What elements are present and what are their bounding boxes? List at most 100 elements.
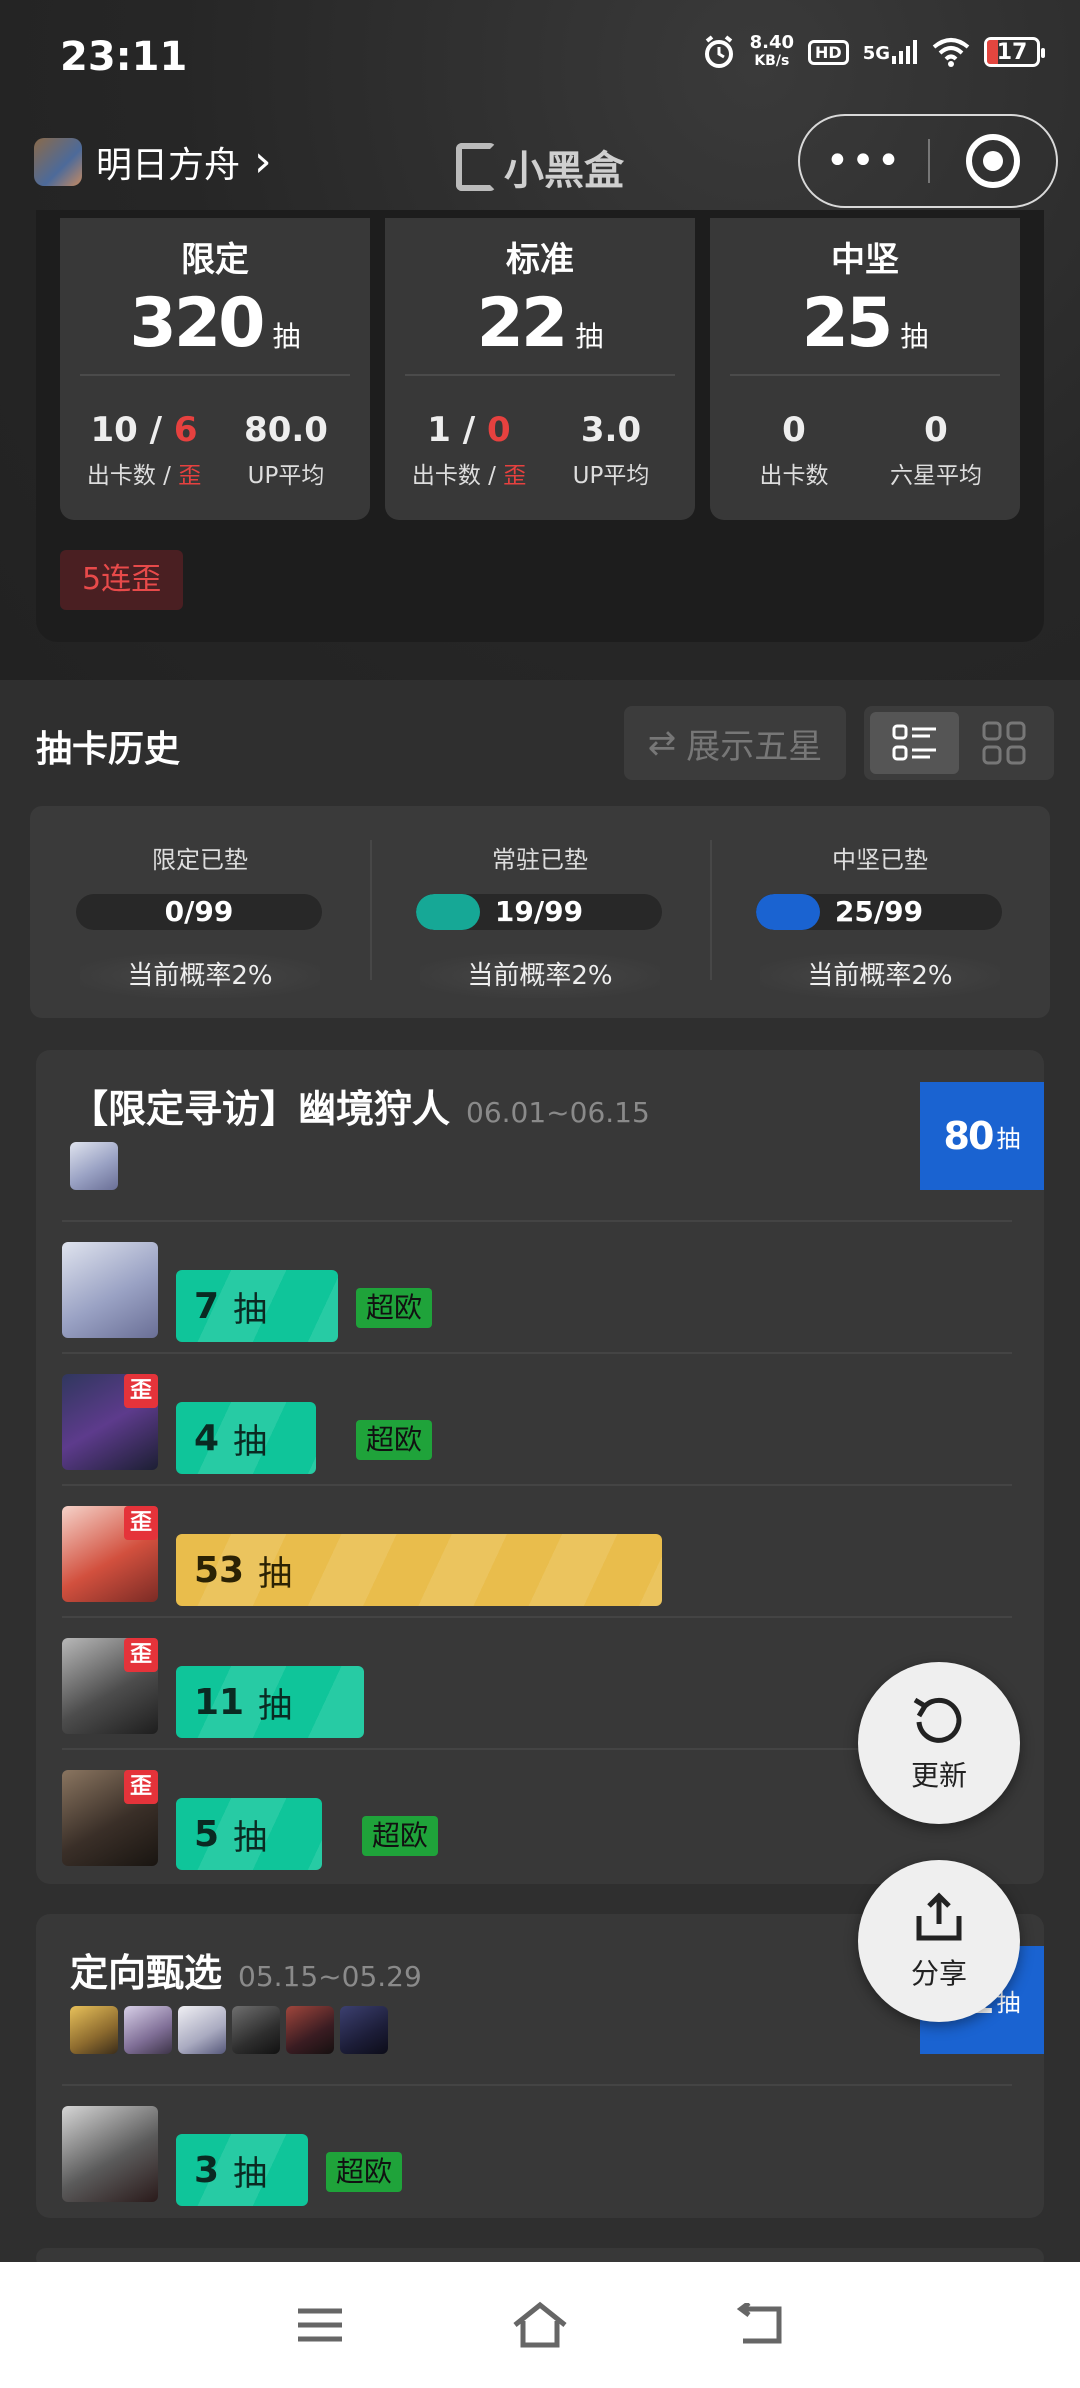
stat-total-count: 25: [801, 284, 894, 363]
stat-off-banner-count: 0: [487, 410, 511, 450]
stat-cards-label: 出卡数 /: [86, 463, 179, 489]
stat-total-count: 320: [129, 284, 266, 363]
pull-row: 7抽 超欧: [62, 1220, 1012, 1352]
operator-avatar: [70, 1142, 118, 1190]
pity-rate: 当前概率2%: [420, 954, 660, 998]
stat-total: 25 抽: [710, 284, 1020, 363]
network-speed: 8.40 KB/s: [750, 34, 794, 70]
divider: [405, 374, 675, 376]
refresh-button[interactable]: 更新: [858, 1662, 1020, 1824]
history-header: 抽卡历史 ⇄ 展示五星: [0, 700, 1080, 790]
pull-count-bar: 5抽: [176, 1798, 322, 1870]
banner-title: 定向甄选 05.15~05.29: [70, 1942, 422, 1997]
operator-avatar: [70, 2006, 118, 2054]
banner-name: 定向甄选: [70, 1951, 223, 1995]
share-label: 分享: [910, 1957, 967, 1990]
heybox-logo-icon: [456, 143, 496, 191]
lucky-tag: 超欧: [326, 2152, 403, 2192]
operator-avatar: [232, 2006, 280, 2054]
view-toggle: [864, 706, 1054, 780]
operator-avatar: [286, 2006, 334, 2054]
pity-name: 中坚已垫: [832, 846, 928, 874]
close-mini-program-button[interactable]: [930, 134, 1056, 188]
pull-count: 3: [194, 2149, 220, 2191]
brand-name: 小黑盒: [504, 148, 624, 194]
operator-avatar: 歪: [62, 1638, 158, 1734]
stat-total: 22 抽: [385, 284, 695, 363]
operator-avatar: [62, 1242, 158, 1338]
show-five-star-button[interactable]: ⇄ 展示五星: [624, 706, 846, 780]
stat-six-star-average-value: 0: [924, 410, 948, 450]
network-type: 5G: [862, 43, 890, 64]
pity-progress-bar: 0/99: [76, 894, 322, 930]
pity-standard: 常驻已垫 19/99 当前概率2%: [370, 806, 710, 1018]
off-banner-badge: 歪: [124, 1506, 158, 1540]
network-speed-value: 8.40: [749, 32, 795, 53]
stat-separator: /: [137, 410, 174, 450]
game-selector[interactable]: 明日方舟 ›: [34, 136, 272, 188]
pity-panel: 限定已垫 0/99 当前概率2% 常驻已垫 19/99 当前概率2% 中坚已垫 …: [30, 806, 1050, 1018]
status-icons: 8.40 KB/s HD 5G 17: [702, 34, 1045, 70]
stat-up-average: 80.0 UP平均: [216, 410, 356, 490]
operator-avatar: [178, 2006, 226, 2054]
stat-cards-label: 出卡数 /: [411, 463, 504, 489]
pull-count-bar: 4抽: [176, 1402, 316, 1474]
list-view-button[interactable]: [870, 712, 959, 774]
status-time: 23:11: [60, 34, 188, 80]
refresh-label: 更新: [910, 1759, 967, 1792]
list-view-icon: [892, 724, 936, 761]
home-button[interactable]: [510, 2295, 570, 2355]
back-button[interactable]: [730, 2295, 790, 2355]
pull-count: 5: [194, 1813, 220, 1855]
battery-indicator: 17: [984, 37, 1045, 67]
operator-avatar: 歪: [62, 1770, 158, 1866]
stat-cards-count: 10: [90, 410, 138, 450]
pity-core: 中坚已垫 25/99 当前概率2%: [710, 806, 1050, 1018]
menu-button[interactable]: [290, 2295, 350, 2355]
pity-rate: 当前概率2%: [760, 954, 1000, 998]
grid-view-button[interactable]: [959, 712, 1048, 774]
lucky-tag: 超欧: [362, 1816, 439, 1856]
lucky-tag: 超欧: [356, 1288, 433, 1328]
pity-rate: 当前概率2%: [80, 954, 320, 998]
home-icon: [513, 2301, 567, 2348]
off-banner-badge: 歪: [124, 1638, 158, 1672]
pull-count-bar: 11 抽: [176, 1666, 364, 1738]
stat-off-banner-label: 歪: [178, 463, 202, 489]
pity-limited: 限定已垫 0/99 当前概率2%: [30, 806, 370, 1018]
off-banner-badge: 歪: [124, 1770, 158, 1804]
stat-six-star-average-label: 六星平均: [890, 463, 982, 489]
pity-progress-bar: 19/99: [416, 894, 662, 930]
pull-unit: 抽: [258, 1685, 293, 1726]
pity-value: 0/99: [164, 895, 234, 928]
stat-off-banner-label: 歪: [503, 463, 527, 489]
stat-card-core: 中坚 25 抽 0 出卡数 0 六星平均: [710, 218, 1020, 520]
stat-cards-count: 1: [427, 410, 451, 450]
summary-panel: 限定 320 抽 10 / 6 出卡数 / 歪 80.0 UP平均 标准 22 抽 …: [36, 210, 1044, 642]
chevron-right-icon: ›: [254, 136, 272, 187]
stat-total-unit: 抽: [575, 320, 604, 353]
stat-up-average-value: 80.0: [244, 410, 328, 450]
banner-operators: [70, 1142, 118, 1190]
operator-avatar: [340, 2006, 388, 2054]
stat-total-count: 22: [476, 284, 569, 363]
stat-cards-count: 0: [782, 410, 806, 450]
menu-dots-icon[interactable]: •••: [800, 138, 928, 184]
pity-progress-bar: 25/99: [756, 894, 1002, 930]
lucky-tag: 超欧: [356, 1420, 433, 1460]
pull-unit: 抽: [233, 1289, 268, 1330]
target-icon: [965, 134, 1020, 188]
pull-count: 7: [194, 1285, 220, 1327]
stat-up-average-value: 3.0: [580, 410, 642, 450]
stat-total-unit: 抽: [272, 320, 301, 353]
divider: [730, 374, 1000, 376]
pity-value: 25/99: [834, 895, 924, 928]
mini-program-capsule: •••: [798, 114, 1058, 208]
share-button[interactable]: 分享: [858, 1860, 1020, 2022]
stat-cards-label: 出卡数: [759, 463, 829, 489]
network-speed-unit: KB/s: [754, 53, 790, 69]
stat-cards-off-banner: 1 / 0 出卡数 / 歪: [399, 410, 539, 490]
stat-up-average-label: UP平均: [572, 463, 650, 489]
status-bar: 23:11 8.40 KB/s HD 5G 17: [0, 0, 1080, 110]
menu-icon: [298, 2308, 342, 2342]
